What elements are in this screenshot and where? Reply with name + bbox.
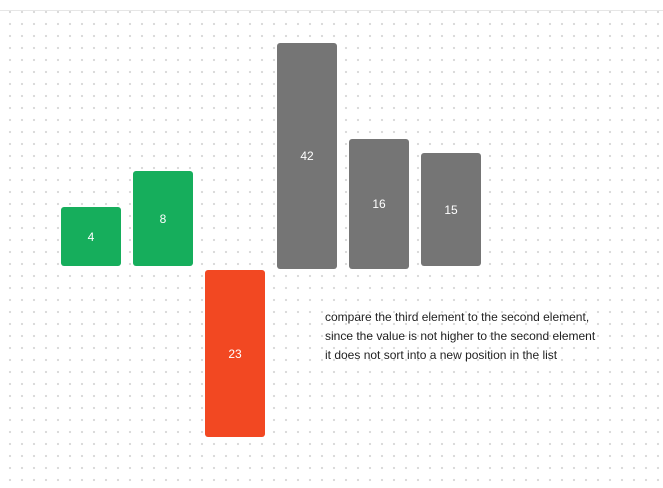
element-value-label: 15 [444, 202, 458, 217]
explanation-line: since the value is not higher to the sec… [325, 329, 596, 343]
element-bar-16: 16 [349, 139, 409, 269]
element-bar-4: 4 [61, 207, 121, 266]
element-value-label: 8 [159, 211, 167, 226]
element-bar-8: 8 [133, 171, 193, 266]
element-bar-15: 15 [421, 153, 481, 266]
element-bar-23-current: 23 [205, 270, 265, 437]
canvas-top-border [0, 0, 663, 11]
explanation-line: it does not sort into a new position in … [325, 348, 558, 362]
explanation-line: compare the third element to the second … [325, 310, 590, 324]
element-value-label: 4 [87, 229, 95, 244]
element-bar-42: 42 [277, 43, 337, 269]
step-explanation: compare the third element to the second … [325, 308, 655, 365]
element-value-label: 23 [228, 346, 242, 361]
element-value-label: 42 [300, 149, 314, 163]
element-value-label: 16 [372, 197, 386, 211]
